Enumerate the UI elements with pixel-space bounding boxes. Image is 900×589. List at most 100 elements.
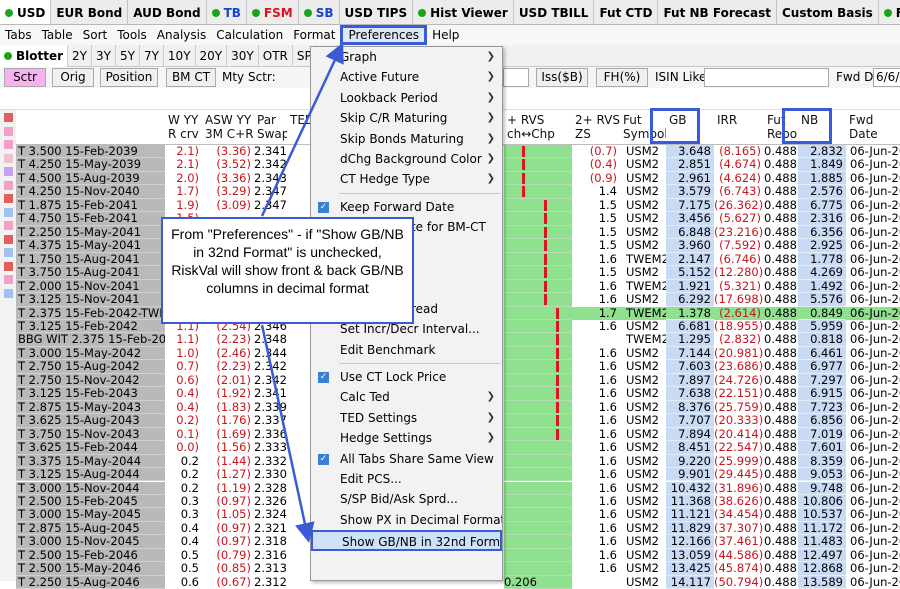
table-cell: 9.748 <box>798 481 846 495</box>
menu-tabs[interactable]: Tabs <box>0 26 37 44</box>
table-cell: 06-Jun-2022 <box>850 521 900 535</box>
sub-tab-7y[interactable]: 7Y <box>140 44 164 67</box>
table-cell <box>504 441 572 455</box>
table-cell: 7.175 <box>666 198 714 213</box>
top-tab-10[interactable]: Fut NB Forecast <box>658 0 777 24</box>
preferences-menu-item[interactable]: All Tabs Share Same View ✓ <box>311 449 502 469</box>
top-tab-1[interactable]: EUR Bond <box>51 0 129 24</box>
sub-tab-3y[interactable]: 3Y <box>92 44 116 67</box>
top-tab-3[interactable]: TB <box>207 0 247 24</box>
preferences-menu-item[interactable]: Active Future ❯ <box>311 67 502 87</box>
table-cell: 6.775 <box>798 198 846 213</box>
top-tab-2[interactable]: AUD Bond <box>128 0 207 24</box>
sub-tab-20y[interactable]: 20Y <box>196 44 228 67</box>
column-header[interactable] <box>16 110 165 145</box>
row-color-swatch <box>4 140 13 149</box>
table-cell: 0.5 <box>180 562 199 576</box>
table-cell: (5.627) <box>719 212 761 226</box>
preferences-menu-item[interactable]: Hedge Settings ❯ <box>311 428 502 448</box>
table-cell: T 3.125 15-Feb-2043 <box>16 387 165 401</box>
top-tab-11[interactable]: Custom Basis <box>777 0 879 24</box>
top-tab-9[interactable]: Fut CTD <box>594 0 659 24</box>
preferences-menu-item[interactable]: Show PX in Decimal Format <box>311 510 502 530</box>
preferences-menu-item[interactable]: Show GB/NB in 32nd Format <box>311 530 502 551</box>
column-header-line: 3M C+R <box>205 127 254 141</box>
preferences-menu-item[interactable]: TED Settings ❯ <box>311 408 502 428</box>
menu-help[interactable]: Help <box>427 26 464 44</box>
top-tab-7[interactable]: Hist Viewer <box>413 0 514 24</box>
sub-tab-2y[interactable]: 2Y <box>68 44 93 67</box>
preferences-menu-item[interactable]: Edit Benchmark <box>311 340 502 360</box>
bm-ct-button[interactable]: BM CT <box>166 68 216 87</box>
menu-calculation[interactable]: Calculation <box>211 26 288 44</box>
sctr-button[interactable]: Sctr <box>4 68 46 87</box>
preferences-menu-item[interactable]: Skip Bonds Maturing ❯ <box>311 129 502 149</box>
preferences-menu-item[interactable]: Keep Forward Date ✓ <box>311 197 502 217</box>
table-cell: 13.059 <box>666 548 714 563</box>
table-cell: 0.488 <box>764 158 797 172</box>
column-header[interactable]: 2+ RVS ZS <box>572 110 620 145</box>
column-header[interactable]: IRR <box>714 110 764 145</box>
table-cell: 1.6 <box>598 373 617 387</box>
fh-button[interactable]: FH(%) <box>596 68 648 87</box>
rvs-bar-marker <box>556 415 559 427</box>
preferences-menu-item[interactable]: Graph ❯ <box>311 47 502 67</box>
menu-tools[interactable]: Tools <box>112 26 152 44</box>
table-cell: 06-Jun-2022 <box>850 427 900 441</box>
top-tab-label: AUD Bond <box>133 5 201 20</box>
column-header[interactable]: Fwd Date <box>846 110 900 145</box>
position-button[interactable]: Position <box>100 68 158 87</box>
preferences-menu-item[interactable]: CT Hedge Type ❯ <box>311 169 502 189</box>
table-cell <box>504 427 572 442</box>
top-tab-6[interactable]: USD TIPS <box>340 0 414 24</box>
column-header[interactable]: W YY R crv <box>165 110 202 145</box>
preferences-menu-item[interactable]: S/SP Bid/Ask Sprd... <box>311 489 502 509</box>
menu-preferences[interactable]: Preferences <box>340 25 428 45</box>
menu-sort[interactable]: Sort <box>78 26 113 44</box>
menu-analysis[interactable]: Analysis <box>152 26 211 44</box>
preferences-menu-item[interactable]: Edit PCS... <box>311 469 502 489</box>
table-cell: 8.359 <box>798 454 846 469</box>
table-cell: (0.97) <box>216 521 251 535</box>
top-tab-8[interactable]: USD TBILL <box>514 0 595 24</box>
preferences-menu-item[interactable]: Lookback Period ❯ <box>311 88 502 108</box>
preferences-menu-item[interactable]: Calc Ted ❯ <box>311 387 502 407</box>
sub-tab-blotter[interactable]: Blotter <box>0 44 69 67</box>
table-cell: (34.454) <box>714 508 764 522</box>
column-header[interactable]: ASW YY 3M C+R <box>202 110 254 145</box>
top-tab-12[interactable]: FedFund Sim <box>879 0 900 24</box>
table-cell: 10.537 <box>798 508 846 522</box>
column-header[interactable]: Par Swap <box>254 110 287 145</box>
preferences-menu-item[interactable]: dChg Background Color ❯ <box>311 149 502 169</box>
sub-tab-10y[interactable]: 10Y <box>164 44 196 67</box>
table-cell: 06-Jun-2022 <box>846 306 900 320</box>
preferences-menu-item[interactable]: Skip C/R Maturing ❯ <box>311 108 502 128</box>
fwd-date-select[interactable]: 6/6/2 <box>873 68 900 87</box>
sub-tab-otr[interactable]: OTR <box>259 44 293 67</box>
column-header[interactable]: + RVS ch↔Chp <box>504 110 572 145</box>
iss-button[interactable]: Iss($B) <box>536 68 588 87</box>
orig-button[interactable]: Orig <box>52 68 94 87</box>
isin-input[interactable] <box>704 68 829 87</box>
top-tab-4[interactable]: FSM <box>247 0 299 24</box>
sub-tab-5y[interactable]: 5Y <box>116 44 140 67</box>
top-tab-5[interactable]: SB <box>299 0 340 24</box>
table-cell: 7.601 <box>798 441 846 455</box>
table-cell: 0.488 <box>764 508 797 522</box>
menu-format[interactable]: Format <box>288 26 340 44</box>
row-color-swatch <box>4 221 13 230</box>
mty-sctr-input[interactable] <box>503 68 529 87</box>
rvs-bar-marker <box>556 307 559 319</box>
table-cell: USM2 <box>626 454 659 468</box>
table-cell: (2.23) <box>216 333 251 347</box>
table-cell: 11.172 <box>798 521 846 536</box>
table-cell: USM2 <box>626 266 659 280</box>
table-cell: 1.378 <box>666 306 714 320</box>
table-cell: 0.206 <box>504 575 572 589</box>
sub-tab-30y[interactable]: 30Y <box>227 44 259 67</box>
row-color-swatch <box>4 261 13 271</box>
table-cell: T 3.625 15-Feb-2044 <box>16 441 165 455</box>
top-tab-0[interactable]: USD <box>0 0 52 24</box>
menu-table[interactable]: Table <box>37 26 78 44</box>
preferences-menu-item[interactable]: Use CT Lock Price ✓ <box>311 367 502 387</box>
